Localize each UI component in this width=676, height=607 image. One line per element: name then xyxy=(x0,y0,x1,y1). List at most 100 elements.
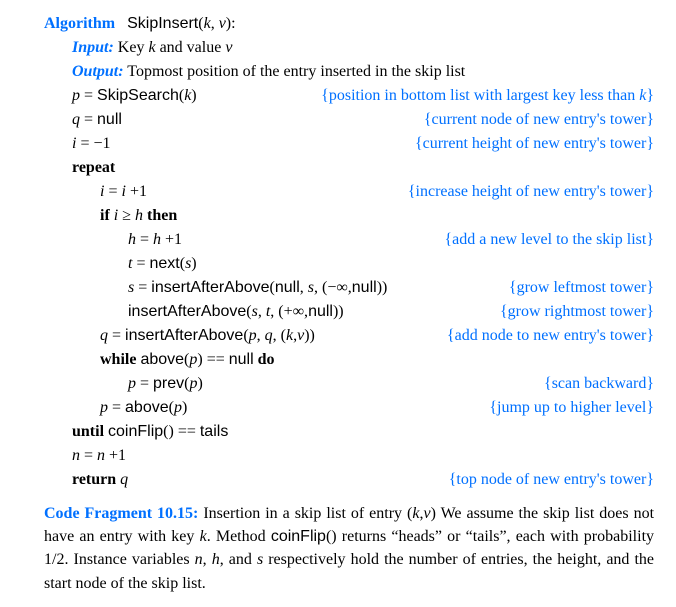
var: p xyxy=(100,399,108,416)
op: = xyxy=(136,375,153,392)
op: +1 xyxy=(126,183,147,200)
keyword-input: Input: xyxy=(72,39,114,56)
code-line: until coinFlip() == tails xyxy=(44,420,654,444)
input-line: Input: Key k and value v xyxy=(44,36,654,60)
paren: )) xyxy=(333,303,344,320)
keyword-algorithm: Algorithm xyxy=(44,15,115,32)
var: v xyxy=(225,39,232,56)
caption: Code Fragment 10.15: Insertion in a skip… xyxy=(44,502,654,595)
var: p xyxy=(128,375,136,392)
keyword-output: Output: xyxy=(72,63,124,80)
fn: next xyxy=(149,255,179,272)
keyword: return xyxy=(72,471,120,488)
keyword: do xyxy=(254,351,275,368)
var: p xyxy=(174,399,182,416)
var: k xyxy=(286,327,293,344)
text: Topmost position of the entry inserted i… xyxy=(124,63,466,80)
comma: , xyxy=(258,303,266,320)
comment: {scan backward} xyxy=(536,372,654,396)
code-line: i = −1 {current height of new entry's to… xyxy=(44,132,654,156)
var: v xyxy=(423,505,430,522)
comment: {grow leftmost tower} xyxy=(501,276,654,300)
keyword: then xyxy=(143,207,177,224)
fn: insertAfterAbove xyxy=(125,327,243,344)
comment: {add node to new entry's tower} xyxy=(439,324,654,348)
comma: , xyxy=(257,327,265,344)
fn: SkipSearch xyxy=(97,87,179,104)
comma: , xyxy=(211,15,219,32)
comment: {current node of new entry's tower} xyxy=(416,108,654,132)
code-line: insertAfterAbove(s, t, (+∞,null)) {grow … xyxy=(44,300,654,324)
code-line: p = prev(p) {scan backward} xyxy=(44,372,654,396)
var: h xyxy=(128,231,136,248)
var: p xyxy=(249,327,257,344)
text: , (+∞, xyxy=(270,303,308,320)
code-line: t = next(s) xyxy=(44,252,654,276)
comment: {increase height of new entry's tower} xyxy=(400,180,654,204)
code-line: s = insertAfterAbove(null, s, (−∞,null))… xyxy=(44,276,654,300)
var: p xyxy=(72,87,80,104)
fn: insertAfterAbove xyxy=(128,303,246,320)
var: h xyxy=(135,207,143,224)
fn: above xyxy=(125,399,169,416)
comma: , xyxy=(300,279,308,296)
paren: ) xyxy=(191,87,196,104)
text: and value xyxy=(156,39,226,56)
null: null xyxy=(275,279,300,296)
keyword: while xyxy=(100,351,140,368)
paren: )) xyxy=(304,327,315,344)
null: null xyxy=(308,303,333,320)
keyword: if xyxy=(100,207,114,224)
op: = xyxy=(132,255,149,272)
op: = xyxy=(104,183,121,200)
paren: )) xyxy=(377,279,388,296)
alg-name: SkipInsert xyxy=(127,15,198,32)
op: = xyxy=(80,87,97,104)
keyword: repeat xyxy=(72,159,115,176)
fn: prev xyxy=(153,375,184,392)
code-line: while above(p) == null do xyxy=(44,348,654,372)
var: n xyxy=(97,447,105,464)
var: q xyxy=(72,111,80,128)
var: q xyxy=(120,471,128,488)
null: null xyxy=(97,111,122,128)
var: q xyxy=(265,327,273,344)
code-line: p = SkipSearch(k) {position in bottom li… xyxy=(44,84,654,108)
op: +1 xyxy=(105,447,126,464)
op: = xyxy=(80,447,97,464)
text: , (−∞, xyxy=(314,279,352,296)
const: tails xyxy=(200,423,228,440)
var: n xyxy=(72,447,80,464)
op: ≥ xyxy=(118,207,135,224)
op: () == xyxy=(163,423,200,440)
code-line: q = insertAfterAbove(p, q, (k,v)) {add n… xyxy=(44,324,654,348)
var: h xyxy=(153,231,161,248)
text: . Method xyxy=(207,528,271,545)
text: Key xyxy=(114,39,149,56)
paren: ): xyxy=(226,15,236,32)
var: k xyxy=(200,528,207,545)
paren: ) xyxy=(182,399,187,416)
null: null xyxy=(229,351,254,368)
code-line: return q {top node of new entry's tower} xyxy=(44,468,654,492)
code-line: q = null {current node of new entry's to… xyxy=(44,108,654,132)
paren: ) xyxy=(191,255,196,272)
op: = −1 xyxy=(76,135,110,152)
output-line: Output: Topmost position of the entry in… xyxy=(44,60,654,84)
code-line: i = i +1 {increase height of new entry's… xyxy=(44,180,654,204)
keyword: until xyxy=(72,423,108,440)
fn: coinFlip xyxy=(271,528,326,545)
text: , ( xyxy=(273,327,286,344)
comment: {current height of new entry's tower} xyxy=(407,132,654,156)
comment: {grow rightmost tower} xyxy=(492,300,654,324)
comment: {top node of new entry's tower} xyxy=(441,468,654,492)
op: = xyxy=(108,399,125,416)
comment: {jump up to higher level} xyxy=(481,396,654,420)
code-line: repeat xyxy=(44,156,654,180)
op: +1 xyxy=(161,231,182,248)
caption-label: Code Fragment 10.15: xyxy=(44,505,198,522)
algorithm-header: Algorithm SkipInsert(k, v): xyxy=(44,12,654,36)
code-line: n = n +1 xyxy=(44,444,654,468)
text: , and xyxy=(220,551,257,568)
arg-v: v xyxy=(219,15,226,32)
